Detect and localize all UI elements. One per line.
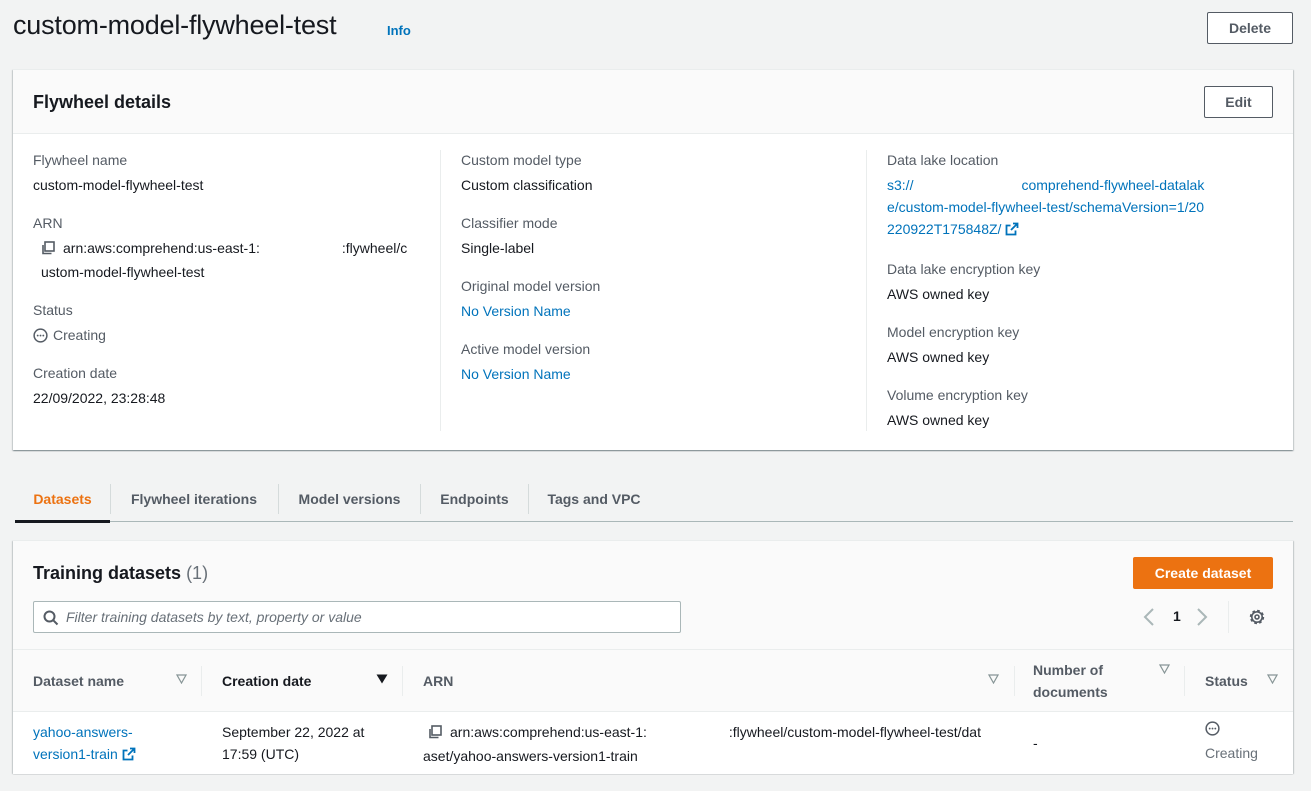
model-type-label: Custom model type [461, 152, 582, 168]
training-datasets-title: Training datasets (1) [33, 563, 208, 584]
active-version-label: Active model version [461, 341, 591, 357]
tab-tags-and-vpc[interactable]: Tags and VPC [529, 476, 659, 522]
tab-model-versions[interactable]: Model versions [279, 476, 420, 522]
column-label: Status [1205, 673, 1248, 689]
arn-cell: arn:aws:comprehend:us-east-1::flywheel/c… [423, 721, 988, 767]
classifier-mode-label: Classifier mode [461, 215, 558, 231]
column-label: Number of documents [1033, 662, 1108, 700]
sort-icon [1267, 674, 1278, 684]
next-page-button[interactable] [1196, 607, 1208, 630]
column-label: Dataset name [33, 673, 125, 689]
details-column-general: Flywheel name custom-model-flywheel-test… [13, 150, 441, 431]
model-key-value: AWS owned key [887, 349, 990, 365]
dataset-name-text: yahoo-answers-version1-train [33, 724, 133, 762]
tab-endpoints[interactable]: Endpoints [421, 476, 528, 522]
column-divider [1184, 666, 1185, 696]
sort-icon [988, 674, 999, 684]
arn-value: arn:aws:comprehend:us-east-1::flywheel/c… [33, 237, 413, 283]
external-link-icon [1005, 220, 1019, 242]
training-datasets-count: (1) [186, 563, 209, 583]
flywheel-details-panel: Flywheel details Edit Flywheel name cust… [13, 69, 1293, 450]
delete-button[interactable]: Delete [1207, 12, 1293, 44]
page-number[interactable]: 1 [1173, 608, 1181, 624]
column-header-arn[interactable]: ARN [423, 650, 1003, 712]
model-type-value: Custom classification [461, 177, 593, 193]
tab-flywheel-iterations[interactable]: Flywheel iterations [111, 476, 277, 522]
column-label: Creation date [222, 673, 312, 689]
previous-page-button[interactable] [1143, 607, 1155, 630]
datasets-table: Dataset name Creation date ARN Number of… [13, 649, 1293, 774]
number-of-documents-cell: - [1033, 735, 1038, 751]
filter-input[interactable] [66, 602, 666, 632]
original-version-label: Original model version [461, 278, 601, 294]
creation-date-cell: September 22, 2022 at 17:59 (UTC) [222, 724, 365, 762]
status-cell: Creating [1205, 720, 1258, 764]
column-header-creation-date[interactable]: Creation date [222, 650, 392, 712]
flywheel-details-header: Flywheel details Edit [13, 70, 1293, 134]
page-title: custom-model-flywheel-test [13, 10, 337, 40]
creation-date-value: 22/09/2022, 23:28:48 [33, 390, 166, 406]
column-header-status[interactable]: Status [1205, 650, 1280, 712]
external-link-icon [122, 745, 136, 767]
status-label: Status [33, 302, 73, 318]
pager-divider [1228, 601, 1229, 633]
flywheel-details-title: Flywheel details [33, 92, 172, 112]
details-column-model: Custom model type Custom classification … [440, 150, 867, 431]
details-column-storage: Data lake location s3://comprehend-flywh… [866, 150, 1293, 431]
status-pending-icon [1205, 720, 1258, 742]
filter-field[interactable] [33, 601, 681, 633]
page-header: custom-model-flywheel-test Info [13, 10, 1293, 50]
sort-icon [176, 674, 187, 684]
gear-icon [1249, 609, 1265, 625]
data-lake-label: Data lake location [887, 152, 999, 168]
create-dataset-button[interactable]: Create dataset [1133, 557, 1273, 589]
preferences-button[interactable] [1248, 608, 1266, 629]
chevron-right-icon [1197, 608, 1208, 626]
sort-descending-icon [376, 674, 388, 684]
volume-key-label: Volume encryption key [887, 387, 1028, 403]
copy-icon[interactable] [41, 239, 55, 261]
table-row: yahoo-answers-version1-train September 2… [13, 712, 1293, 774]
training-datasets-panel: Training datasets (1) Create dataset 1 D… [13, 540, 1293, 774]
arn-part1: arn:aws:comprehend:us-east-1: [450, 724, 647, 740]
creation-date-label: Creation date [33, 365, 118, 381]
sort-icon [1159, 664, 1170, 674]
chevron-left-icon [1143, 608, 1154, 626]
active-version-link[interactable]: No Version Name [461, 363, 867, 385]
dataset-name-link[interactable]: yahoo-answers-version1-train [33, 724, 136, 762]
column-divider [1014, 666, 1015, 696]
model-key-label: Model encryption key [887, 324, 1020, 340]
column-header-number-of-documents[interactable]: Number of documents [1033, 650, 1173, 712]
tab-bar: Datasets Flywheel iterations Model versi… [15, 476, 1293, 523]
search-icon [43, 610, 59, 626]
arn-part1: arn:aws:comprehend:us-east-1: [63, 240, 260, 256]
volume-key-value: AWS owned key [887, 412, 990, 428]
classifier-mode-value: Single-label [461, 240, 535, 256]
status-text: Creating [1205, 745, 1258, 761]
edit-button[interactable]: Edit [1204, 86, 1273, 118]
flywheel-name-value: custom-model-flywheel-test [33, 177, 204, 193]
status-value: Creating [33, 324, 441, 346]
original-version-link[interactable]: No Version Name [461, 300, 867, 322]
dataset-name-cell: yahoo-answers-version1-train [33, 721, 163, 767]
pagination: 1 [1143, 601, 1293, 633]
data-lake-part2: comprehend-flywheel-datalake/custom-mode… [887, 177, 1205, 237]
copy-icon[interactable] [428, 723, 442, 745]
training-datasets-title-text: Training datasets [33, 563, 182, 583]
column-label: ARN [423, 673, 454, 689]
column-divider [201, 666, 202, 696]
column-header-dataset-name[interactable]: Dataset name [33, 650, 193, 712]
data-lake-part1: s3:// [887, 177, 914, 193]
tab-datasets[interactable]: Datasets [15, 476, 110, 523]
status-text: Creating [53, 327, 106, 343]
data-lake-key-value: AWS owned key [887, 286, 990, 302]
flywheel-name-label: Flywheel name [33, 152, 128, 168]
status-pending-icon [33, 328, 48, 343]
column-divider [402, 666, 403, 696]
data-lake-key-label: Data lake encryption key [887, 261, 1041, 277]
data-lake-link[interactable]: s3://comprehend-flywheel-datalake/custom… [887, 174, 1207, 242]
arn-label: ARN [33, 215, 63, 231]
info-link[interactable]: Info [387, 23, 411, 38]
table-header: Dataset name Creation date ARN Number of… [13, 649, 1293, 712]
